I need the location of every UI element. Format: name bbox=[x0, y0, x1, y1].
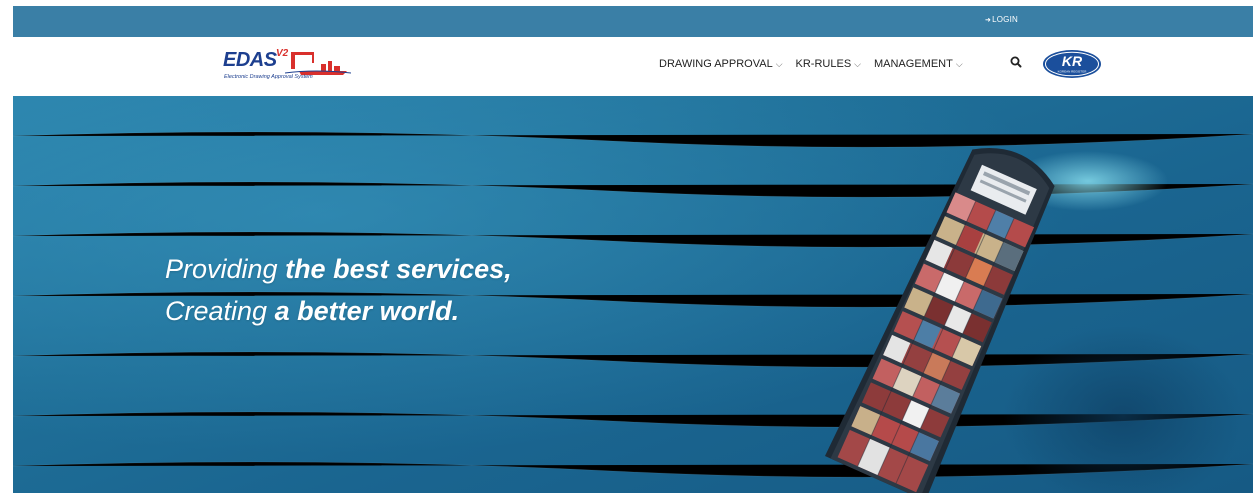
tagline-emphasis: the best services, bbox=[285, 254, 512, 284]
container-ship-image bbox=[824, 147, 1055, 493]
chevron-down-icon: ⌵ bbox=[955, 58, 963, 69]
tagline-text: Providing bbox=[165, 254, 286, 284]
edas-logo[interactable]: EDAS V2 Electronic Drawing Approval Syst… bbox=[223, 45, 353, 87]
kr-logo-text: KR bbox=[1062, 53, 1083, 69]
nav-label: MANAGEMENT bbox=[873, 58, 953, 70]
chevron-down-icon: ⌵ bbox=[854, 58, 861, 69]
nav-kr-rules[interactable]: KR-RULES ⌵ bbox=[796, 58, 861, 70]
nav-management[interactable]: MANAGEMENT ⌵ bbox=[874, 58, 963, 70]
tagline-line-2: Creating a better world. bbox=[165, 290, 512, 332]
sign-in-icon: ➜ bbox=[985, 16, 992, 24]
page-frame: ➜ LOGIN EDAS V2 Electronic Drawing Appro… bbox=[13, 6, 1253, 493]
kr-logo-subtext: KOREAN REGISTER bbox=[1058, 70, 1088, 74]
login-link[interactable]: ➜ LOGIN bbox=[985, 15, 1018, 24]
hero-banner: Providing the best services, Creating a … bbox=[13, 96, 1253, 493]
nav-label: DRAWING APPROVAL bbox=[659, 58, 773, 70]
tagline-text: Creating bbox=[165, 296, 275, 326]
hero-tagline: Providing the best services, Creating a … bbox=[165, 248, 512, 332]
main-nav: DRAWING APPROVAL ⌵ KR-RULES ⌵ MANAGEMENT… bbox=[659, 58, 976, 70]
logo-subtitle: Electronic Drawing Approval System bbox=[224, 74, 313, 80]
chevron-down-icon: ⌵ bbox=[775, 58, 783, 69]
tagline-line-1: Providing the best services, bbox=[165, 248, 512, 290]
nav-drawing-approval[interactable]: DRAWING APPROVAL ⌵ bbox=[659, 58, 783, 70]
korean-register-logo[interactable]: KR KOREAN REGISTER bbox=[1042, 49, 1102, 79]
login-label: LOGIN bbox=[992, 15, 1018, 24]
search-icon[interactable] bbox=[1009, 55, 1023, 69]
top-bar: ➜ LOGIN bbox=[13, 6, 1253, 37]
tagline-emphasis: a better world. bbox=[274, 296, 460, 326]
logo-name: EDAS bbox=[223, 49, 277, 71]
nav-label: KR-RULES bbox=[795, 58, 852, 70]
site-header: EDAS V2 Electronic Drawing Approval Syst… bbox=[13, 37, 1253, 96]
crane-ship-icon bbox=[285, 52, 351, 75]
